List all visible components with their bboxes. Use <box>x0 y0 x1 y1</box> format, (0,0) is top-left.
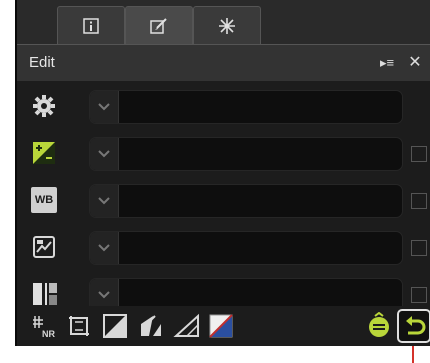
close-icon[interactable]: ✕ <box>405 53 425 73</box>
chevron-down-icon[interactable] <box>90 185 119 217</box>
edit-brush-icon <box>150 18 167 34</box>
exposure-compensation-icon <box>33 142 55 164</box>
adjustment-checkbox[interactable] <box>411 193 427 209</box>
gear-icon <box>33 95 55 117</box>
chevron-down-icon[interactable] <box>90 232 119 264</box>
adjustment-row-white-balance: WB <box>17 178 430 223</box>
apply-adjustments-icon[interactable] <box>365 312 393 340</box>
picture-control-icon <box>33 236 55 258</box>
adjustment-row-exposure <box>17 131 430 176</box>
chevron-down-icon[interactable] <box>90 138 119 170</box>
tab-info[interactable] <box>57 6 125 45</box>
adjustment-checkbox[interactable] <box>411 146 427 162</box>
adjustment-select[interactable] <box>89 90 403 124</box>
palette-title: Edit <box>29 54 55 71</box>
levels-curves-icon[interactable] <box>101 312 129 340</box>
tab-edit[interactable] <box>125 6 193 45</box>
chevron-down-icon[interactable] <box>90 91 119 123</box>
white-balance-icon: WB <box>31 187 57 213</box>
palette-header: Edit ▸≡ ✕ <box>17 44 430 81</box>
color-booster-icon[interactable] <box>137 312 165 340</box>
magic-wand-icon <box>219 18 235 34</box>
svg-text:NR: NR <box>42 329 55 339</box>
info-icon <box>83 18 99 34</box>
tab-effects[interactable] <box>193 6 261 45</box>
edit-palette: Edit ▸≡ ✕ WB NR <box>15 0 430 346</box>
palette-tab-bar <box>17 0 430 45</box>
crop-icon[interactable] <box>65 312 93 340</box>
lch-editor-icon[interactable] <box>207 312 235 340</box>
adjustment-select[interactable] <box>89 231 403 265</box>
adjustment-row-settings <box>17 84 430 129</box>
undo-button[interactable] <box>397 309 430 343</box>
list-expand-icon[interactable]: ▸≡ <box>377 53 397 73</box>
noise-reduction-icon[interactable]: NR <box>31 312 59 340</box>
straighten-icon[interactable] <box>173 312 201 340</box>
d-lighting-icon <box>33 283 57 305</box>
adjustment-select[interactable] <box>89 184 403 218</box>
edit-toolbar: NR <box>17 306 430 346</box>
adjustment-select[interactable] <box>89 137 403 171</box>
adjustment-checkbox[interactable] <box>411 240 427 256</box>
callout-pointer <box>412 346 414 363</box>
adjustment-row-picture-control <box>17 225 430 270</box>
undo-icon <box>406 316 426 335</box>
adjustment-checkbox[interactable] <box>411 287 427 303</box>
white-balance-label: WB <box>34 194 54 206</box>
